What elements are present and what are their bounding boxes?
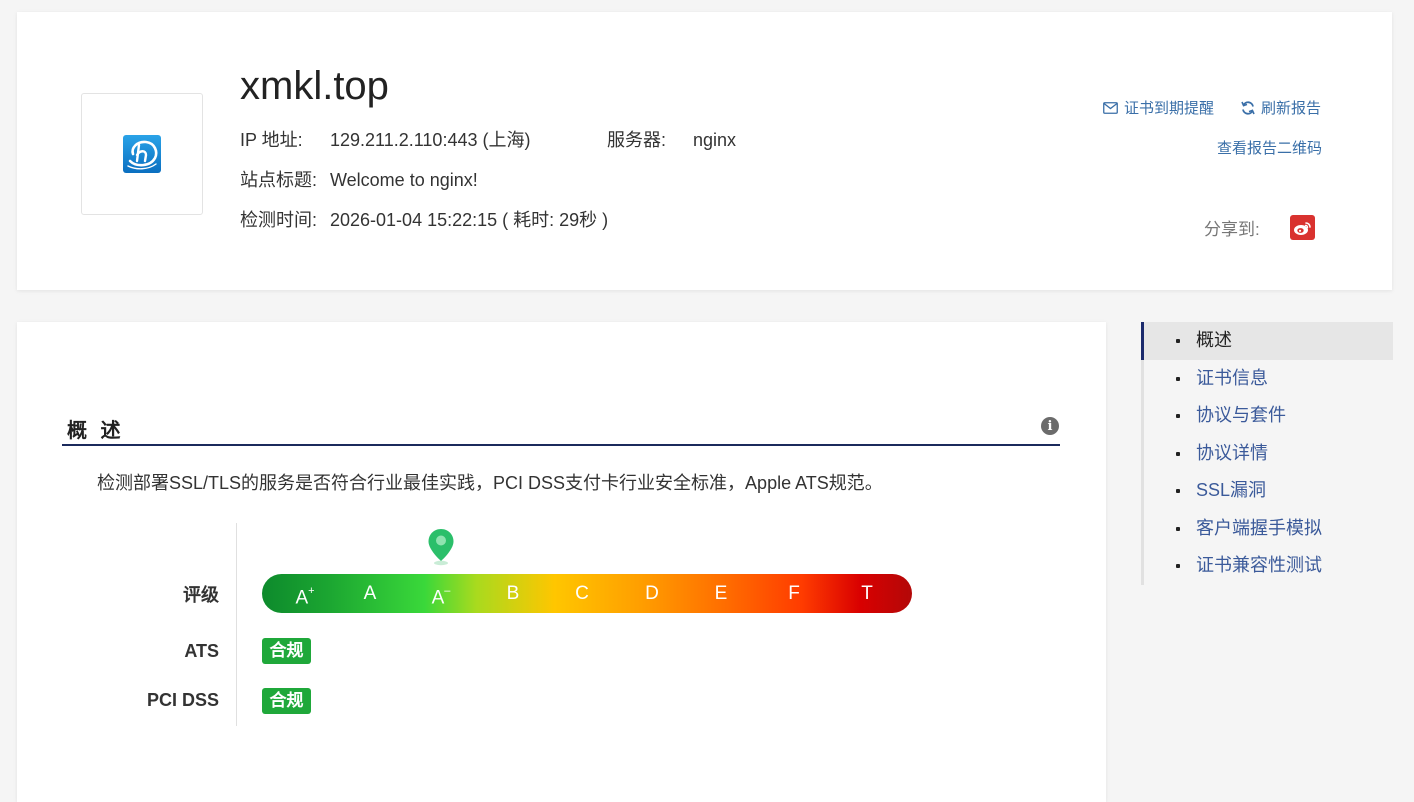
site-title-value: Welcome to nginx! [330,170,478,190]
section-divider [62,444,1060,446]
nav-item[interactable]: 客户端握手模拟 [1144,510,1393,548]
nav-item[interactable]: 概述 [1141,322,1393,360]
grade-label: 评级 [183,585,219,605]
grade-letter: A+ [295,585,315,609]
refresh-report-link[interactable]: 刷新报告 [1241,97,1321,118]
pci-dss-label: PCI DSS [146,690,219,710]
cert-reminder-link[interactable]: 证书到期提醒 [1103,97,1214,118]
overview-title: 概 述 [67,420,125,442]
envelope-icon [1103,101,1118,114]
overview-description: 检测部署SSL/TLS的服务是否符合行业最佳实践，PCI DSS支付卡行业安全标… [97,473,883,493]
refresh-icon [1241,100,1255,115]
label-divider [236,523,237,726]
pci-dss-status-badge: 合规 [262,688,311,714]
scan-time-value: 2026-01-04 15:22:15 ( 耗时: 29秒 ) [330,210,609,230]
share-label: 分享到: [1204,220,1260,239]
site-logo [81,93,203,215]
grade-letter: B [506,583,520,604]
grade-scale-bar: A+ A A– B C D E F T [262,574,912,613]
ats-label: ATS [184,641,219,661]
server-label: 服务器: [607,130,667,150]
grade-modifier: + [308,585,315,597]
view-qrcode-link[interactable]: 查看报告二维码 [1217,137,1322,158]
scan-time-row: 检测时间: 2026-01-04 15:22:15 ( 耗时: 29秒 ) [240,208,608,232]
grade-letter: A [363,583,377,604]
cert-reminder-label: 证书到期提醒 [1124,100,1215,117]
grade-modifier: – [444,585,451,597]
nav-item[interactable]: 协议与套件 [1144,397,1393,435]
scan-time-label: 检测时间: [240,210,318,230]
grade-letter: F [788,583,800,604]
ip-server-row: IP 地址: 129.211.2.110:443 (上海) 服务器: nginx [240,128,736,152]
nav-item[interactable]: SSL漏洞 [1144,472,1393,510]
site-title-row: 站点标题: Welcome to nginx! [240,168,478,192]
site-favicon-icon [123,135,161,173]
ip-value: 129.211.2.110:443 (上海) [330,130,531,150]
weibo-share-button[interactable] [1290,215,1315,240]
section-nav: 概述 证书信息 协议与套件 协议详情 SSL漏洞 客户端握手模拟 证书兼容性测试 [1141,322,1393,585]
grade-letter: T [861,583,873,604]
overview-card: 概 述 i 检测部署SSL/TLS的服务是否符合行业最佳实践，PCI DSS支付… [17,322,1106,802]
site-domain-title: xmkl.top [240,64,389,108]
nav-item[interactable]: 协议详情 [1144,435,1393,473]
ip-label: IP 地址: [240,130,303,150]
refresh-report-label: 刷新报告 [1261,100,1322,117]
current-grade-marker-icon [428,529,454,566]
grade-letter: A– [431,585,451,609]
site-header-card: xmkl.top IP 地址: 129.211.2.110:443 (上海) 服务… [17,12,1392,290]
grade-letter: C [575,583,589,604]
nav-item[interactable]: 证书信息 [1144,360,1393,398]
nav-item[interactable]: 证书兼容性测试 [1144,547,1393,585]
server-value: nginx [693,130,737,150]
info-icon[interactable]: i [1041,417,1059,435]
grade-letter: D [645,583,659,604]
ats-status-badge: 合规 [262,638,311,664]
grade-letter: E [714,583,728,604]
weibo-icon [1294,221,1311,235]
site-title-label: 站点标题: [240,170,318,190]
